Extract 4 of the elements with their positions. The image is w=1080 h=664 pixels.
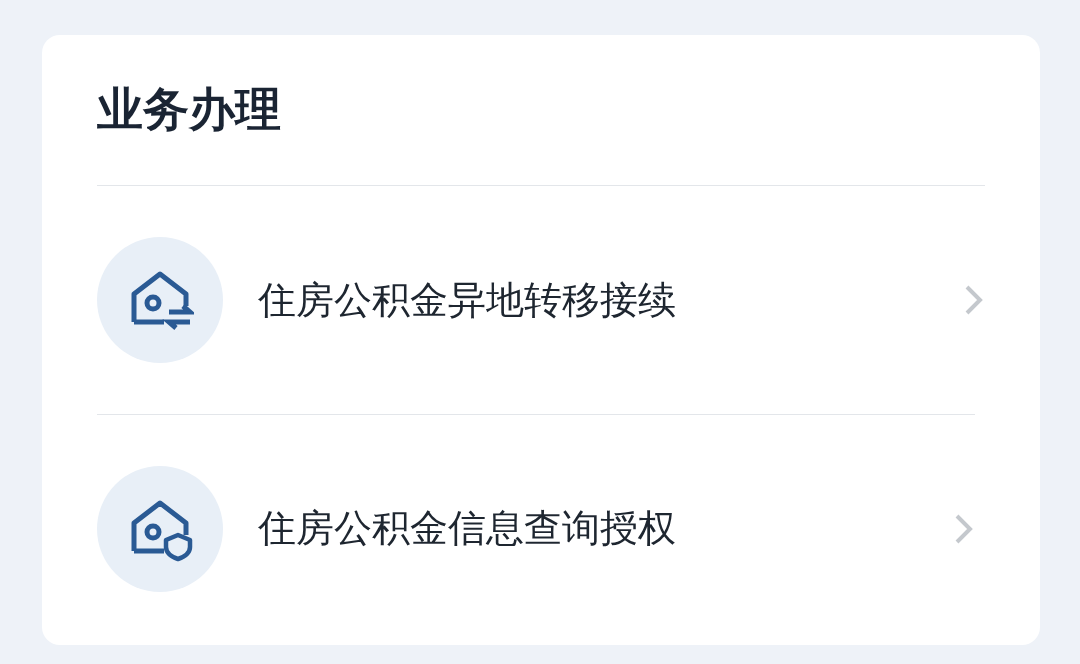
service-item[interactable]: 住房公积金异地转移接续 (258, 274, 963, 326)
service-item[interactable]: 住房公积金信息查询授权 (258, 503, 953, 554)
section-title: 业务办理 (97, 81, 281, 138)
chevron-right-icon (963, 283, 985, 317)
